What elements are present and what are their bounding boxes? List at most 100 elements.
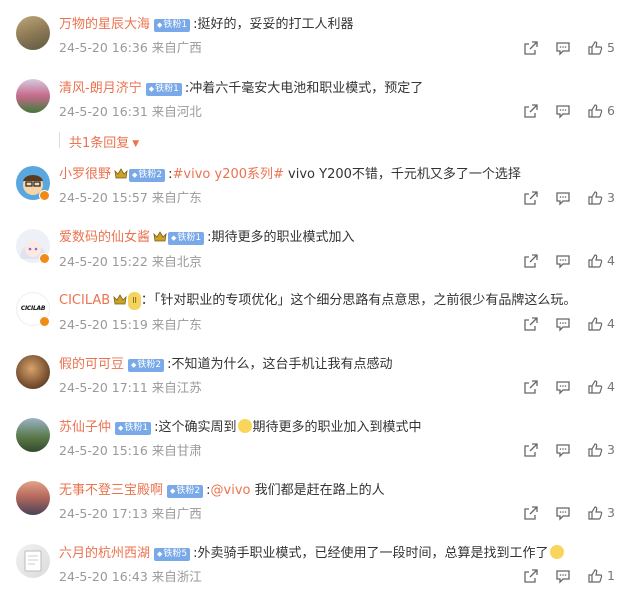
comment-icon[interactable] <box>555 316 571 332</box>
comment-actions: 4 <box>520 315 620 333</box>
like-icon[interactable] <box>587 568 603 584</box>
fan-badge: ◆铁粉1 <box>115 422 152 435</box>
comment-icon[interactable] <box>555 505 571 521</box>
like-icon[interactable] <box>587 316 603 332</box>
like-count: 4 <box>607 379 615 394</box>
username[interactable]: CICILAB <box>59 293 110 308</box>
username[interactable]: 清风-朗月济宁 <box>59 81 142 96</box>
caret-down-icon: ▼ <box>132 139 140 149</box>
username[interactable]: 假的可可豆 <box>59 357 124 372</box>
username[interactable]: 无事不登三宝殿啊 <box>59 483 163 498</box>
diamond-icon: ◆ <box>157 21 163 29</box>
comment-meta: 24-5-20 15:22 来自北京 <box>59 254 202 269</box>
avatar[interactable] <box>16 418 50 452</box>
share-icon[interactable] <box>523 379 539 395</box>
comment-meta: 24-5-20 17:11 来自江苏 <box>59 380 202 395</box>
fan-badge: ◆铁粉1 <box>168 232 205 245</box>
comment-meta: 24-5-20 16:36 来自广西 <box>59 40 202 55</box>
expand-replies-link[interactable]: 共1条回复 ▼ <box>69 132 139 151</box>
verified-badge-icon <box>39 190 50 201</box>
comment-text: :这个确实周到 <box>154 420 237 435</box>
share-icon[interactable] <box>523 505 539 521</box>
comment-text: :冲着六千毫安大电池和职业模式，预定了 <box>184 81 424 96</box>
comment-meta: 24-5-20 17:13 来自广西 <box>59 506 202 521</box>
comment-text: :外卖骑手职业模式，已经使用了一段时间，总算是找到工作了 <box>193 546 549 561</box>
like-icon[interactable] <box>587 442 603 458</box>
like-icon[interactable] <box>587 379 603 395</box>
comment-icon[interactable] <box>555 190 571 206</box>
comment-text: ：「针对职业的专项优化」这个细分思路有点意思，之前很少有品牌这么玩。 <box>140 293 577 308</box>
comment-icon[interactable] <box>555 568 571 584</box>
diamond-icon: ◆ <box>170 487 176 495</box>
username[interactable]: 小罗很野 <box>59 167 111 182</box>
verified-badge-icon <box>39 253 50 264</box>
avatar[interactable] <box>16 79 50 113</box>
comment-actions: 5 <box>520 39 620 57</box>
share-icon[interactable] <box>523 40 539 56</box>
comment-text: :期待更多的职业模式加入 <box>207 230 355 245</box>
diamond-icon: ◆ <box>157 550 163 558</box>
fan-badge: ◆铁粉1 <box>145 83 182 96</box>
comment-text: 期待更多的职业加入到模式中 <box>252 420 422 435</box>
diamond-icon: ◆ <box>132 171 138 179</box>
notebook-icon <box>24 550 42 572</box>
comment-icon[interactable] <box>555 40 571 56</box>
topic-link[interactable]: #vivo y200系列# <box>173 167 284 182</box>
like-icon[interactable] <box>587 40 603 56</box>
comment-icon[interactable] <box>555 253 571 269</box>
like-count: 5 <box>607 40 615 55</box>
username[interactable]: 爱数码的仙女酱 <box>59 230 150 245</box>
comment-actions: 3 <box>520 441 620 459</box>
username[interactable]: 六月的杭州西湖 <box>59 546 150 561</box>
share-icon[interactable] <box>523 190 539 206</box>
like-count: 4 <box>607 316 615 331</box>
comment-meta: 24-5-20 15:57 来自广东 <box>59 190 202 205</box>
like-icon[interactable] <box>587 103 603 119</box>
comment-text: :挺好的，妥妥的打工人利器 <box>193 17 354 32</box>
reply-divider <box>59 132 60 148</box>
fan-badge: ◆铁粉2 <box>167 485 204 498</box>
comment-icon[interactable] <box>555 379 571 395</box>
like-count: 3 <box>607 442 615 457</box>
share-icon[interactable] <box>523 442 539 458</box>
comment-actions: 6 <box>520 102 620 120</box>
diamond-icon: ◆ <box>131 361 137 369</box>
avatar[interactable] <box>16 481 50 515</box>
share-icon[interactable] <box>523 316 539 332</box>
like-icon[interactable] <box>587 190 603 206</box>
fan-badge: ◆铁粉1 <box>154 19 191 32</box>
comment-text: :不知道为什么，这台手机让我有点感动 <box>167 357 393 372</box>
comment-text: vivo Y200不错，千元机又多了一个选择 <box>283 167 521 182</box>
diamond-icon: ◆ <box>148 85 155 93</box>
avatar[interactable] <box>16 16 50 50</box>
like-count: 3 <box>607 505 615 520</box>
verified-badge-icon <box>39 316 50 327</box>
avatar[interactable] <box>16 544 50 578</box>
like-icon[interactable] <box>587 505 603 521</box>
username[interactable]: 万物的星辰大海 <box>59 17 150 32</box>
like-count: 1 <box>607 568 615 583</box>
comment-icon[interactable] <box>555 103 571 119</box>
comment-actions: 3 <box>520 189 620 207</box>
comment-actions: 4 <box>520 252 620 270</box>
username[interactable]: 苏仙子仲 <box>59 420 111 435</box>
like-icon[interactable] <box>587 253 603 269</box>
share-icon[interactable] <box>523 103 539 119</box>
fan-badge: ◆铁粉2 <box>128 359 165 372</box>
avatar[interactable] <box>16 355 50 389</box>
comment-meta: 24-5-20 16:31 来自河北 <box>59 104 202 119</box>
diamond-icon: ◆ <box>171 234 177 242</box>
share-icon[interactable] <box>523 568 539 584</box>
comment-meta: 24-5-20 16:43 来自浙江 <box>59 569 202 584</box>
emoji-icon <box>237 419 252 433</box>
share-icon[interactable] <box>523 253 539 269</box>
mention-link[interactable]: @vivo <box>211 483 251 498</box>
fan-badge: ◆铁粉2 <box>129 169 166 182</box>
like-count: 6 <box>607 103 615 118</box>
diamond-icon: ◆ <box>118 424 124 432</box>
comment-actions: 1 <box>520 567 620 585</box>
crown-icon <box>113 294 127 305</box>
comment-icon[interactable] <box>555 442 571 458</box>
crown-icon <box>153 231 167 242</box>
crown-icon <box>114 168 128 179</box>
